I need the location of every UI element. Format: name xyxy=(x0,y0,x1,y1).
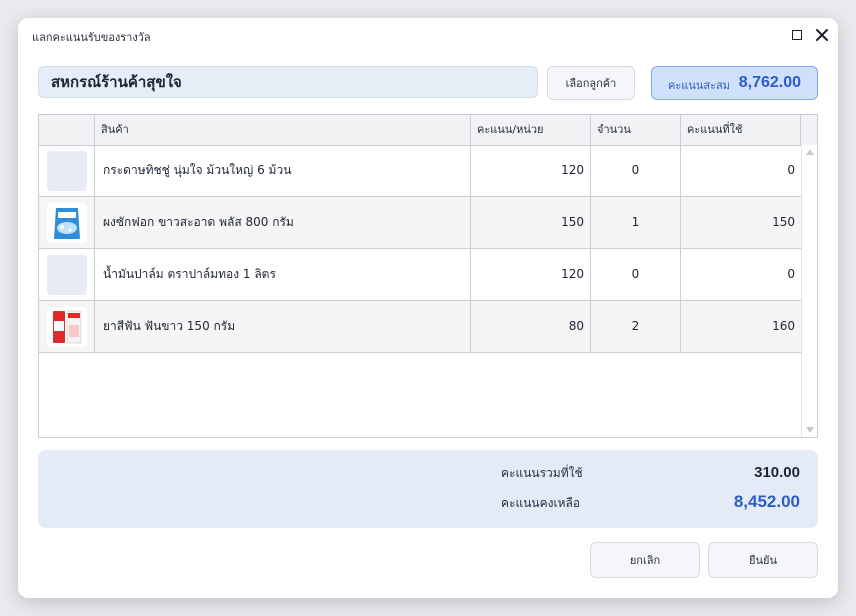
points-balance-badge: คะแนนสะสม 8,762.00 xyxy=(651,66,818,100)
table-row[interactable]: กระดาษทิชชู่ นุ่มใจ ม้วนใหญ่ 6 ม้วน 120 … xyxy=(39,145,801,197)
window-title: แลกคะแนนรับของรางวัล xyxy=(32,31,151,44)
header-product: สินค้า xyxy=(95,115,471,145)
toothpaste-box-image xyxy=(47,307,87,347)
remaining-label: คะแนนคงเหลือ xyxy=(501,496,581,510)
remaining-value: 8,452.00 xyxy=(733,492,800,511)
points-per-unit: 120 xyxy=(471,249,591,300)
placeholder-image xyxy=(47,255,87,295)
header-image xyxy=(39,115,95,145)
total-used-value: 310.00 xyxy=(754,464,800,481)
product-name: ผงซักฟอก ขาวสะอาด พลัส 800 กรัม xyxy=(95,197,471,248)
title-bar: แลกคะแนนรับของรางวัล xyxy=(18,18,838,52)
close-icon xyxy=(816,29,828,41)
redeem-dialog: แลกคะแนนรับของรางวัล สหกรณ์ร้านค้าสุขใจ … xyxy=(18,18,838,598)
product-name: ยาสีฟัน ฟันขาว 150 กรัม xyxy=(95,301,471,352)
close-button[interactable] xyxy=(813,26,831,44)
maximize-icon xyxy=(792,30,802,40)
table-scrollbar[interactable] xyxy=(801,145,817,437)
scroll-down-icon[interactable] xyxy=(806,427,814,433)
header-points-per-unit: คะแนน/หน่วย xyxy=(471,115,591,145)
customer-name-field: สหกรณ์ร้านค้าสุขใจ xyxy=(38,66,538,98)
points-balance-label: คะแนนสะสม xyxy=(668,79,730,92)
total-used-label: คะแนนรวมที่ใช้ xyxy=(501,466,583,480)
points-used: 160 xyxy=(772,319,795,333)
points-used: 150 xyxy=(772,215,795,229)
table-header: สินค้า คะแนน/หน่วย จำนวน คะแนนที่ใช้ xyxy=(39,115,817,146)
points-per-unit: 80 xyxy=(471,301,591,352)
quantity-cell[interactable]: 1 xyxy=(591,197,681,248)
points-balance-value: 8,762.00 xyxy=(738,74,801,91)
select-customer-button[interactable]: เลือกลูกค้า xyxy=(547,66,635,100)
summary-panel: คะแนนรวมที่ใช้ 310.00 คะแนนคงเหลือ 8,452… xyxy=(38,450,818,528)
product-name: น้ำมันปาล์ม ตราปาล์มทอง 1 ลิตร xyxy=(95,249,471,300)
product-image-cell xyxy=(39,249,95,300)
quantity-cell[interactable]: 0 xyxy=(591,145,681,196)
points-used: 0 xyxy=(787,163,795,177)
product-image-cell xyxy=(39,301,95,352)
cancel-button[interactable]: ยกเลิก xyxy=(590,542,700,578)
confirm-button[interactable]: ยืนยัน xyxy=(708,542,818,578)
scroll-up-icon[interactable] xyxy=(806,149,814,155)
reward-table: สินค้า คะแนน/หน่วย จำนวน คะแนนที่ใช้ กระ… xyxy=(38,114,818,438)
table-row[interactable]: ยาสีฟัน ฟันขาว 150 กรัม 80 2 160 xyxy=(39,301,801,353)
detergent-bag-image xyxy=(47,203,87,243)
quantity-cell[interactable]: 2 xyxy=(591,301,681,352)
header-quantity: จำนวน xyxy=(591,115,681,145)
placeholder-image xyxy=(47,151,87,191)
product-image-cell xyxy=(39,145,95,196)
points-used: 0 xyxy=(787,267,795,281)
table-row[interactable]: ผงซักฟอก ขาวสะอาด พลัส 800 กรัม 150 1 15… xyxy=(39,197,801,249)
product-name: กระดาษทิชชู่ นุ่มใจ ม้วนใหญ่ 6 ม้วน xyxy=(95,145,471,196)
table-row[interactable]: น้ำมันปาล์ม ตราปาล์มทอง 1 ลิตร 120 0 0 xyxy=(39,249,801,301)
points-per-unit: 150 xyxy=(471,197,591,248)
points-per-unit: 120 xyxy=(471,145,591,196)
product-image-cell xyxy=(39,197,95,248)
maximize-button[interactable] xyxy=(788,26,806,44)
header-points-used: คะแนนที่ใช้ xyxy=(681,115,801,145)
quantity-cell[interactable]: 0 xyxy=(591,249,681,300)
